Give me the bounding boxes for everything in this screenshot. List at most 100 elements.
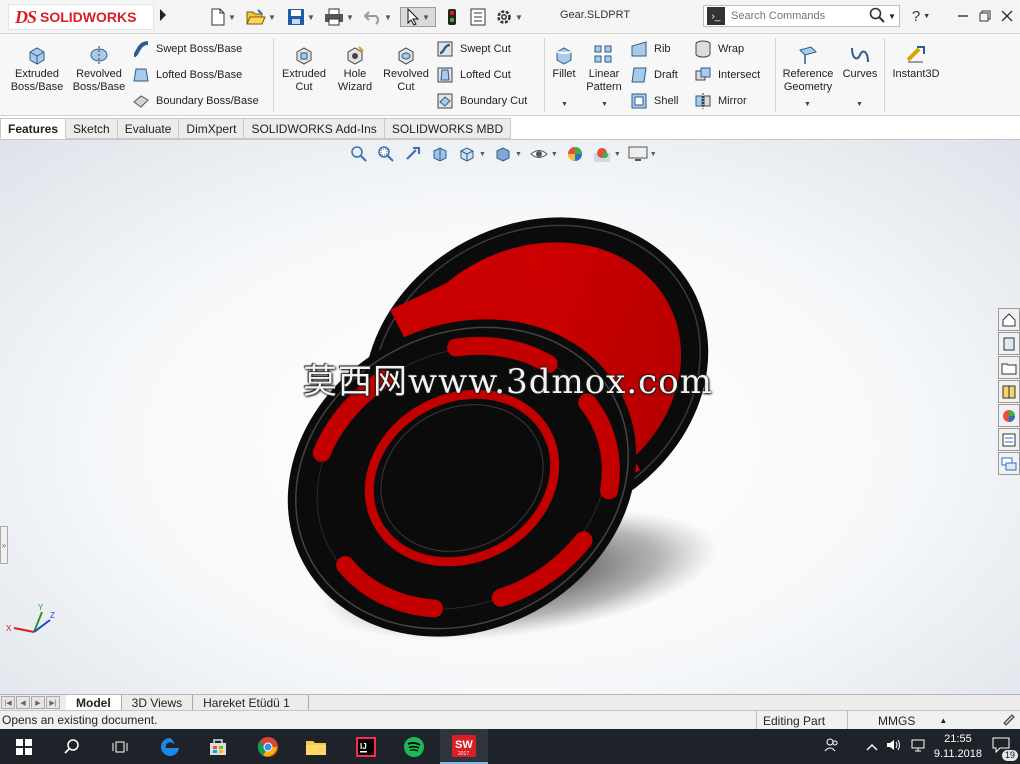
mirror-button[interactable]: Mirror bbox=[694, 91, 747, 111]
swept-boss-button[interactable]: Swept Boss/Base bbox=[132, 39, 242, 59]
taskbar-search-button[interactable] bbox=[48, 729, 96, 764]
wrap-button[interactable]: Wrap bbox=[694, 39, 744, 59]
extruded-cut-button[interactable]: Extruded Cut bbox=[279, 44, 329, 94]
first-tab-arrow-icon[interactable]: |◀ bbox=[1, 696, 15, 709]
boundary-boss-button[interactable]: Boundary Boss/Base bbox=[132, 91, 259, 111]
shell-button[interactable]: Shell bbox=[630, 91, 678, 111]
customize-status-bar-icon[interactable] bbox=[1002, 713, 1016, 730]
design-library-icon bbox=[1003, 337, 1015, 350]
edge-browser-button[interactable] bbox=[146, 729, 194, 764]
tab-sketch[interactable]: Sketch bbox=[66, 118, 118, 139]
instant3d-button[interactable]: Instant3D bbox=[888, 44, 944, 81]
extruded-cut-label: Extruded Cut bbox=[281, 68, 327, 93]
microsoft-store-button[interactable] bbox=[194, 729, 242, 764]
options-button[interactable]: ▼ bbox=[493, 7, 525, 27]
solidworks-resources-tab[interactable] bbox=[998, 308, 1020, 331]
folder-icon bbox=[1001, 363, 1017, 374]
search-icon[interactable] bbox=[869, 7, 885, 26]
curves-button[interactable]: Curves bbox=[842, 44, 878, 81]
feature-manager-expand-handle[interactable]: » bbox=[0, 526, 8, 564]
tab-solidworks-mbd[interactable]: SOLIDWORKS MBD bbox=[384, 118, 512, 139]
spotify-button[interactable] bbox=[390, 729, 438, 764]
undo-button[interactable]: ▼ bbox=[361, 7, 395, 27]
next-tab-arrow-icon[interactable]: ▶ bbox=[31, 696, 45, 709]
curves-dropdown-icon[interactable]: ▼ bbox=[856, 101, 863, 108]
revolved-cut-label: Revolved Cut bbox=[383, 68, 429, 93]
show-hidden-icons-chevron-icon[interactable] bbox=[866, 740, 878, 754]
intersect-button[interactable]: Intersect bbox=[694, 65, 760, 85]
file-explorer-tab[interactable] bbox=[998, 356, 1020, 379]
search-commands-box[interactable]: ›_ ▼ bbox=[703, 5, 900, 27]
minimize-button[interactable] bbox=[952, 6, 974, 26]
people-icon[interactable] bbox=[824, 737, 840, 756]
brand-name: SOLIDWORKS bbox=[40, 9, 137, 25]
unit-system-label: MMGS bbox=[878, 713, 916, 728]
tab-3d-views[interactable]: 3D Views bbox=[122, 694, 194, 711]
view-palette-tab[interactable] bbox=[998, 380, 1020, 403]
forum-tab[interactable] bbox=[998, 452, 1020, 475]
file-explorer-button[interactable] bbox=[292, 729, 340, 764]
status-bar: Opens an existing document. Editing Part… bbox=[0, 710, 1020, 730]
spool-3d-model[interactable] bbox=[0, 140, 1020, 694]
instant3d-icon bbox=[906, 46, 925, 63]
solidworks-app-icon: SW2017 bbox=[452, 734, 476, 757]
restore-button[interactable] bbox=[974, 6, 996, 26]
shell-icon bbox=[631, 93, 647, 109]
unit-system-selector[interactable]: MMGS ▲ bbox=[847, 711, 947, 730]
search-icon bbox=[64, 738, 79, 754]
tab-model[interactable]: Model bbox=[66, 694, 122, 711]
file-properties-icon bbox=[470, 8, 486, 26]
reference-geometry-icon bbox=[799, 46, 817, 64]
draft-button[interactable]: Draft bbox=[630, 65, 678, 85]
fillet-button[interactable]: Fillet bbox=[548, 44, 580, 81]
rebuild-button[interactable] bbox=[443, 7, 461, 27]
system-clock[interactable]: 21:55 9.11.2018 bbox=[934, 732, 982, 762]
extruded-boss-button[interactable]: Extruded Boss/Base bbox=[10, 44, 64, 94]
notifications-button[interactable]: 19 bbox=[992, 736, 1018, 761]
hole-wizard-button[interactable]: Hole Wizard bbox=[334, 44, 376, 94]
reference-geometry-button[interactable]: Reference Geometry bbox=[780, 44, 836, 94]
tab-evaluate[interactable]: Evaluate bbox=[117, 118, 180, 139]
boundary-cut-button[interactable]: Boundary Cut bbox=[436, 91, 527, 111]
rib-button[interactable]: Rib bbox=[630, 39, 671, 59]
previous-tab-arrow-icon[interactable]: ◀ bbox=[16, 696, 30, 709]
network-icon[interactable] bbox=[910, 738, 926, 755]
close-button[interactable] bbox=[996, 6, 1018, 26]
lofted-boss-button[interactable]: Lofted Boss/Base bbox=[132, 65, 242, 85]
last-tab-arrow-icon[interactable]: ▶| bbox=[46, 696, 60, 709]
start-button[interactable] bbox=[0, 729, 48, 764]
select-button[interactable]: ▼ bbox=[400, 7, 436, 27]
chrome-button[interactable] bbox=[244, 729, 292, 764]
design-library-tab[interactable] bbox=[998, 332, 1020, 355]
volume-icon[interactable] bbox=[886, 738, 902, 755]
linear-pattern-button[interactable]: Linear Pattern bbox=[584, 44, 624, 94]
graphics-area[interactable]: ▼ ▼ ▼ ▼ ▼ ◧ ◨ ▁ ❐ ✕ bbox=[0, 140, 1020, 694]
solidworks-logo[interactable]: DS SOLIDWORKS bbox=[8, 4, 154, 30]
custom-properties-tab[interactable] bbox=[998, 428, 1020, 451]
tab-features[interactable]: Features bbox=[0, 118, 67, 139]
help-label: ? bbox=[911, 7, 921, 25]
reference-geometry-dropdown-icon[interactable]: ▼ bbox=[804, 101, 811, 108]
help-button[interactable]: ? ▼ bbox=[910, 6, 932, 26]
open-document-button[interactable]: ▼ bbox=[244, 7, 278, 27]
revolved-boss-button[interactable]: Revolved Boss/Base bbox=[71, 44, 127, 94]
task-view-button[interactable] bbox=[96, 729, 144, 764]
intellij-button[interactable]: IJ bbox=[342, 729, 390, 764]
lofted-cut-button[interactable]: Lofted Cut bbox=[436, 65, 511, 85]
print-button[interactable]: ▼ bbox=[322, 7, 356, 27]
new-document-button[interactable]: ▼ bbox=[206, 7, 240, 27]
tab-dimxpert[interactable]: DimXpert bbox=[179, 118, 245, 139]
menu-expand-arrow-icon[interactable] bbox=[158, 8, 174, 26]
search-dropdown-icon[interactable]: ▼ bbox=[888, 12, 896, 21]
swept-cut-button[interactable]: Swept Cut bbox=[436, 39, 511, 59]
fillet-dropdown-icon[interactable]: ▼ bbox=[561, 101, 568, 108]
appearances-tab[interactable] bbox=[998, 404, 1020, 427]
linear-pattern-dropdown-icon[interactable]: ▼ bbox=[601, 101, 608, 108]
revolved-cut-button[interactable]: Revolved Cut bbox=[382, 44, 430, 94]
tab-solidworks-add-ins[interactable]: SOLIDWORKS Add-Ins bbox=[244, 118, 385, 139]
file-properties-button[interactable] bbox=[467, 7, 489, 27]
save-button[interactable]: ▼ bbox=[284, 7, 318, 27]
solidworks-taskbar-button[interactable]: SW 2017 bbox=[440, 729, 488, 764]
tab-motion-study[interactable]: Hareket Etüdü 1 bbox=[193, 694, 309, 711]
search-input[interactable] bbox=[731, 10, 867, 22]
